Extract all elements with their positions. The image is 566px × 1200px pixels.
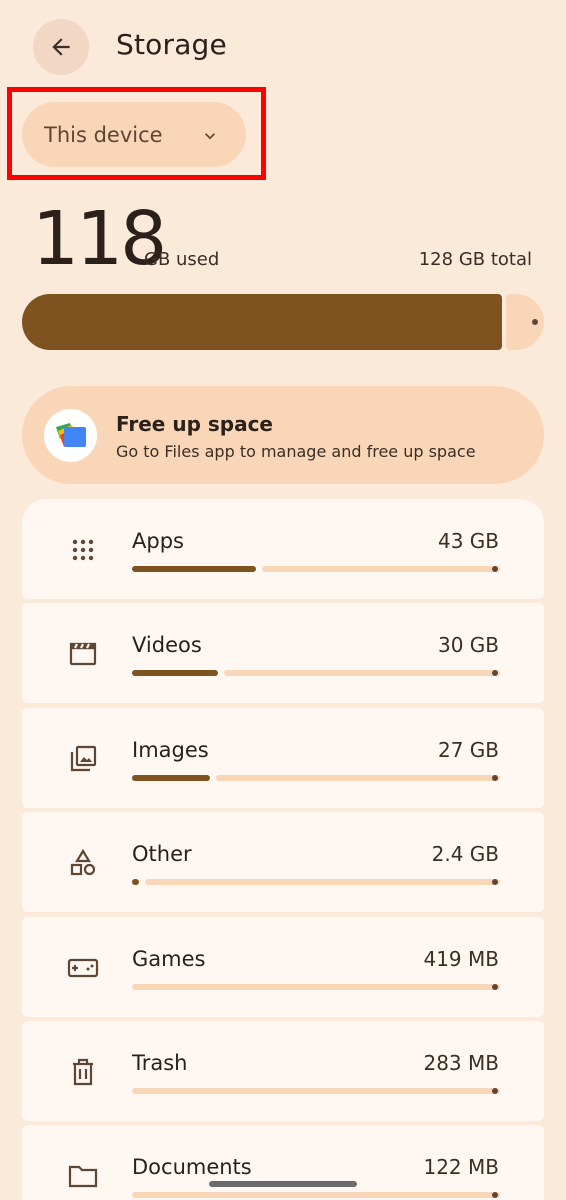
category-bar-remaining	[132, 1088, 500, 1094]
free-up-space-subtitle: Go to Files app to manage and free up sp…	[116, 442, 476, 461]
category-size: 122 MB	[423, 1155, 499, 1179]
category-images[interactable]: Images 27 GB	[22, 708, 544, 808]
category-bar	[132, 775, 500, 781]
category-name: Games	[132, 947, 206, 971]
storage-usage-fill	[22, 294, 502, 350]
shapes-icon	[66, 846, 100, 880]
clapperboard-icon	[66, 637, 100, 671]
category-bar-remaining	[132, 984, 500, 990]
app-header: Storage	[0, 0, 566, 95]
storage-usage-bar	[22, 294, 544, 350]
category-size: 27 GB	[437, 738, 499, 762]
category-size: 283 MB	[423, 1051, 499, 1075]
folder-icon	[66, 1159, 100, 1193]
gamepad-icon	[66, 951, 100, 985]
image-library-icon	[66, 742, 100, 776]
category-bar-end-dot	[492, 670, 498, 676]
category-size: 43 GB	[437, 529, 499, 553]
category-bar-remaining	[216, 775, 500, 781]
storage-bar-end-dot	[532, 319, 538, 325]
category-other[interactable]: Other 2.4 GB	[22, 812, 544, 912]
category-name: Trash	[132, 1051, 188, 1075]
free-up-space-title: Free up space	[116, 412, 273, 436]
category-bar-end-dot	[492, 879, 498, 885]
category-bar-fill	[132, 566, 256, 572]
category-name: Apps	[132, 529, 184, 553]
back-button[interactable]	[33, 19, 89, 75]
category-bar	[132, 670, 500, 676]
home-gesture-handle[interactable]	[209, 1181, 357, 1187]
category-bar	[132, 984, 500, 990]
category-documents[interactable]: Documents 122 MB	[22, 1125, 544, 1200]
highlight-box	[7, 87, 266, 180]
category-bar-fill	[132, 879, 139, 885]
category-name: Documents	[132, 1155, 252, 1179]
category-apps[interactable]: Apps 43 GB	[22, 499, 544, 599]
category-bar	[132, 1192, 500, 1198]
category-games[interactable]: Games 419 MB	[22, 917, 544, 1017]
files-app-icon	[44, 409, 97, 462]
category-bar-end-dot	[492, 775, 498, 781]
category-bar-fill	[132, 670, 218, 676]
storage-usage-remaining	[506, 294, 544, 350]
category-name: Images	[132, 738, 209, 762]
category-size: 2.4 GB	[431, 842, 499, 866]
page-title: Storage	[116, 28, 227, 61]
category-bar-end-dot	[492, 566, 498, 572]
category-size: 419 MB	[423, 947, 499, 971]
category-name: Videos	[132, 633, 202, 657]
category-bar-end-dot	[492, 984, 498, 990]
category-bar-fill	[132, 775, 210, 781]
category-videos[interactable]: Videos 30 GB	[22, 603, 544, 703]
back-arrow-icon	[52, 38, 70, 56]
category-bar-remaining	[262, 566, 500, 572]
category-bar-end-dot	[492, 1192, 498, 1198]
apps-grid-icon	[66, 533, 100, 567]
category-bar-remaining	[145, 879, 500, 885]
category-bar-remaining	[224, 670, 500, 676]
category-bar	[132, 879, 500, 885]
category-bar	[132, 1088, 500, 1094]
category-size: 30 GB	[437, 633, 499, 657]
storage-total: 128 GB total	[418, 249, 532, 270]
category-trash[interactable]: Trash 283 MB	[22, 1021, 544, 1121]
category-bar-remaining	[132, 1192, 500, 1198]
trash-icon	[66, 1055, 100, 1089]
free-up-space-card[interactable]: Free up space Go to Files app to manage …	[22, 386, 544, 484]
category-name: Other	[132, 842, 192, 866]
category-bar-end-dot	[492, 1088, 498, 1094]
category-bar	[132, 566, 500, 572]
storage-used-unit: GB used	[144, 249, 220, 270]
